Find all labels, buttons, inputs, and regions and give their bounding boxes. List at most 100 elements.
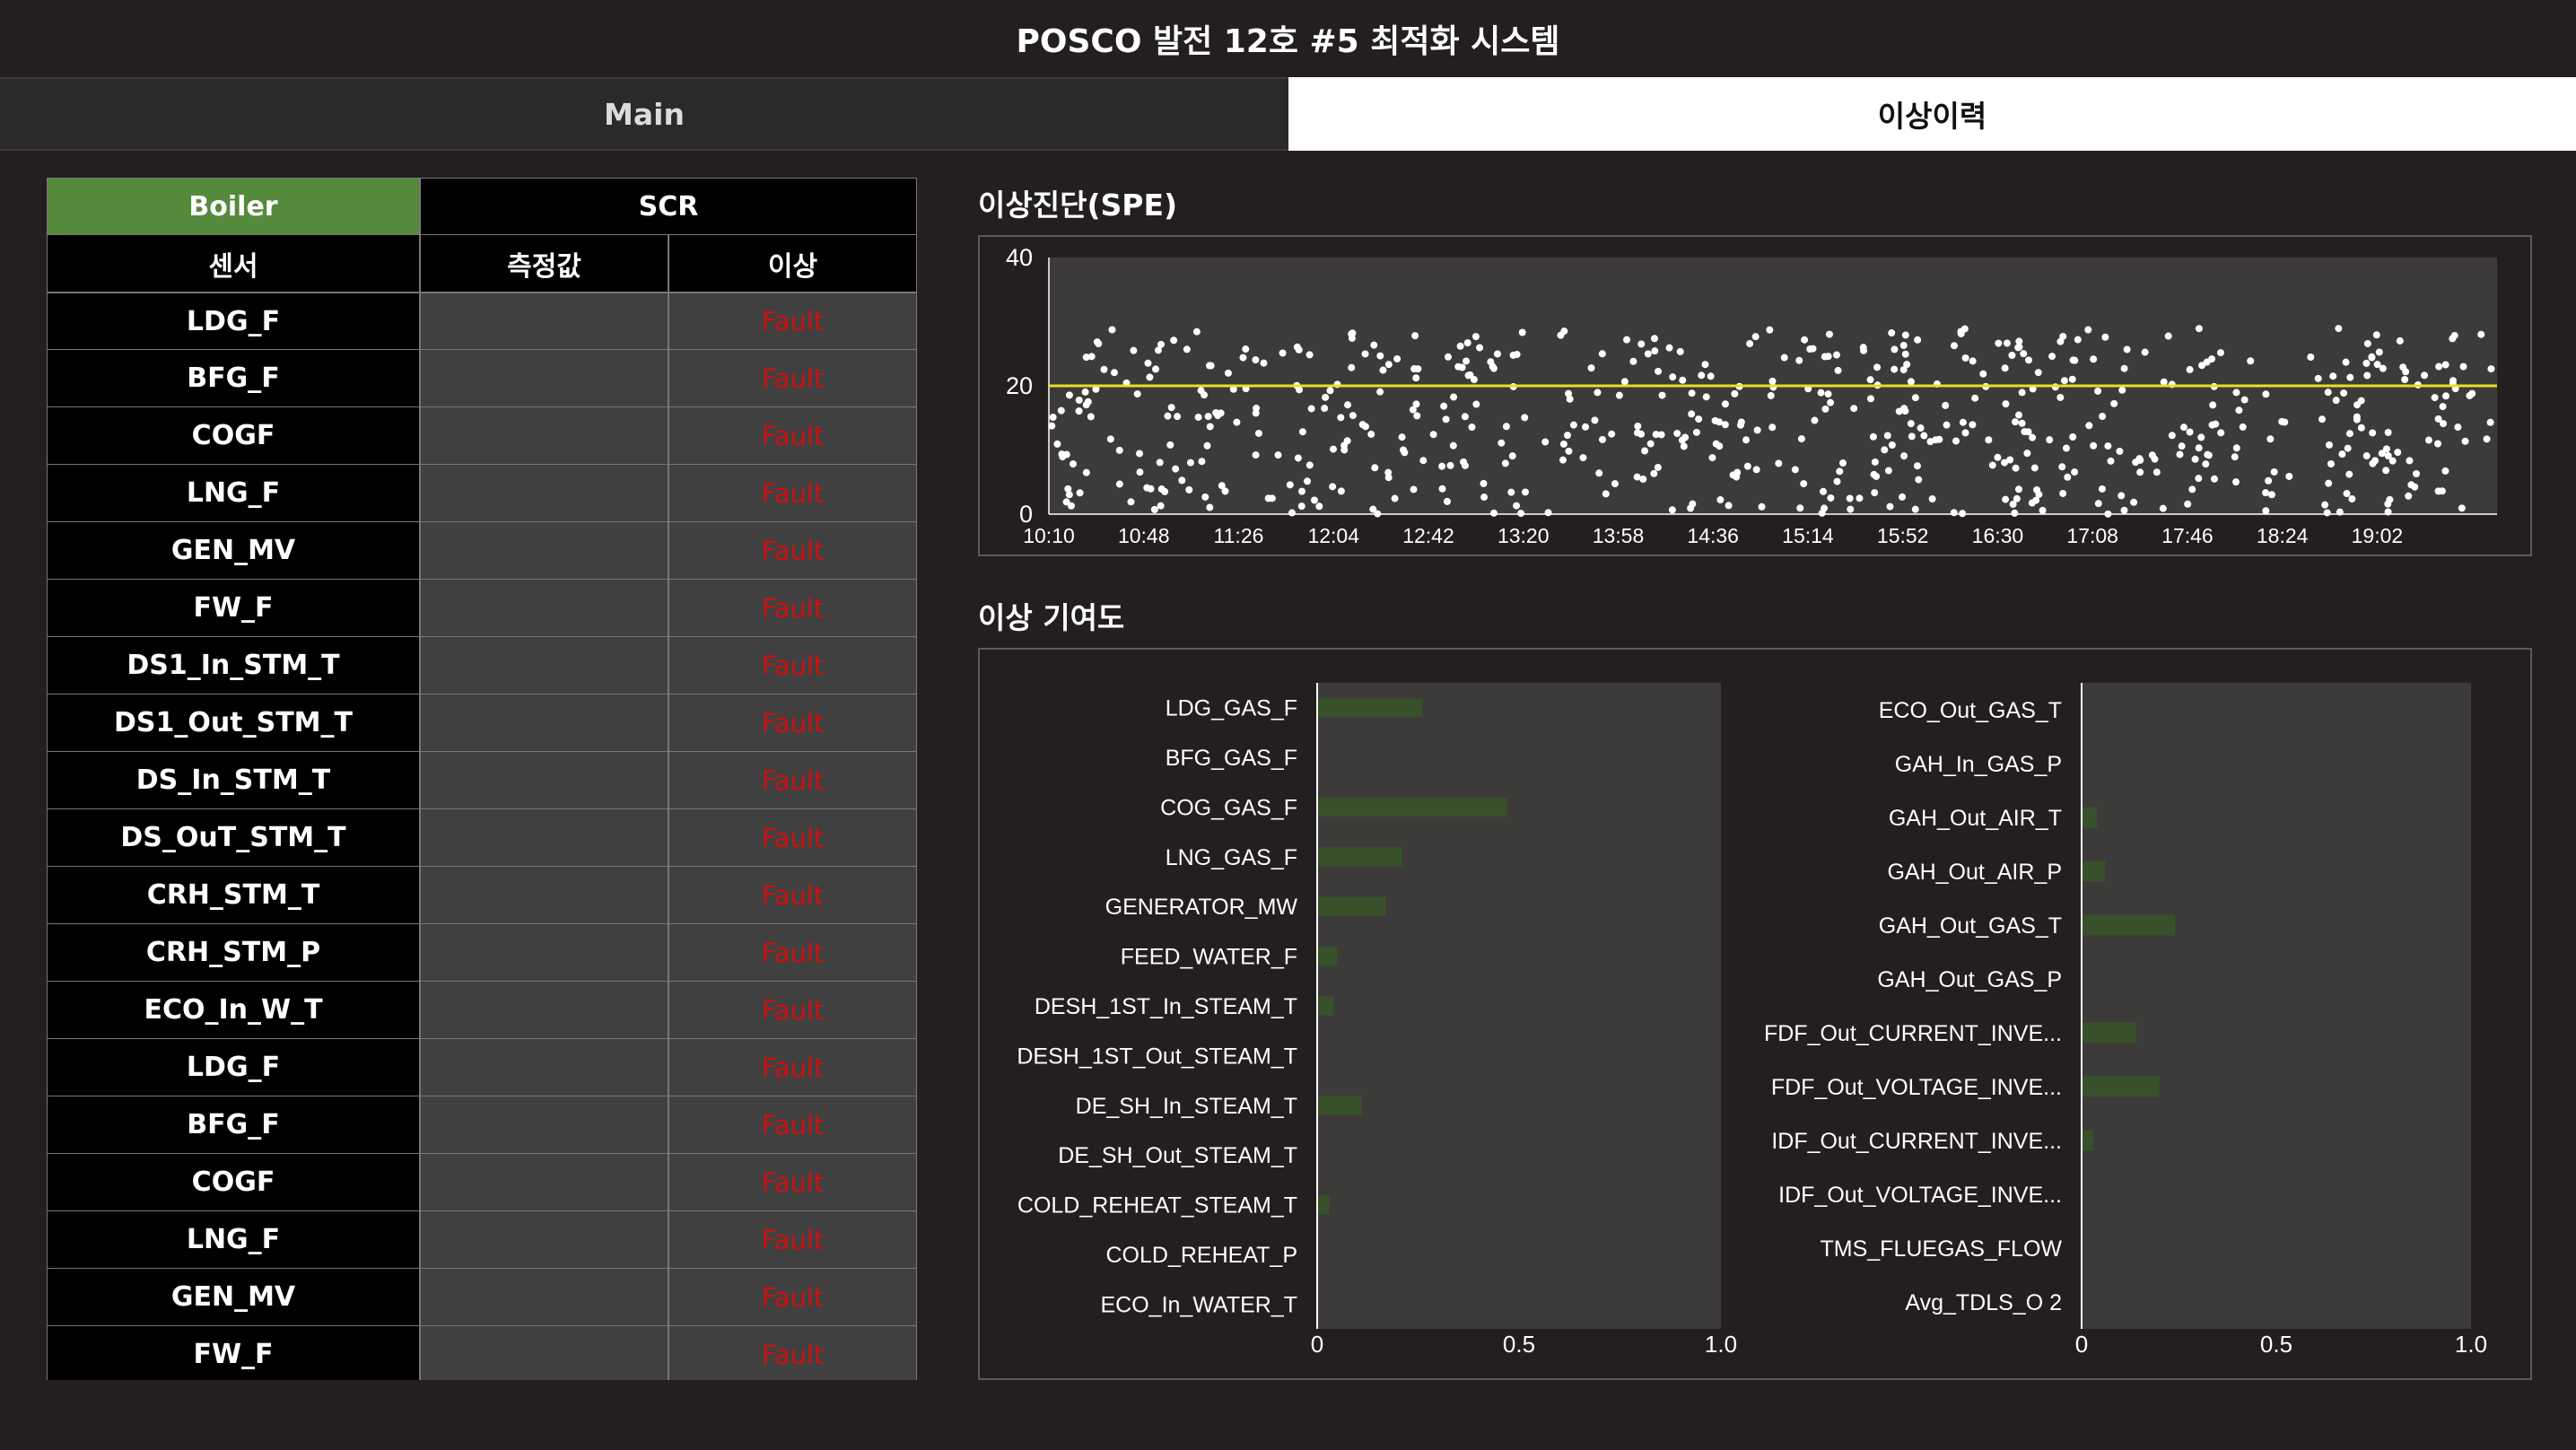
tab-scr[interactable]: SCR bbox=[420, 178, 917, 235]
spe-data-point bbox=[2120, 506, 2128, 514]
tab-anomaly-history[interactable]: 이상이력 bbox=[1288, 77, 2576, 151]
column-header-sensor: 센서 bbox=[47, 235, 420, 293]
spe-data-point bbox=[1493, 350, 1501, 358]
spe-data-point bbox=[1438, 485, 1446, 493]
spe-data-point bbox=[1322, 393, 1330, 401]
sensor-status: Fault bbox=[668, 752, 917, 809]
spe-data-point bbox=[1157, 502, 1165, 510]
table-row[interactable]: LDG_F Fault bbox=[47, 293, 917, 350]
contribution-label: LDG_GAS_F bbox=[1166, 696, 1297, 721]
spe-data-point bbox=[1833, 477, 1841, 485]
contribution-label: ECO_In_WATER_T bbox=[1101, 1292, 1298, 1317]
table-row[interactable]: LNG_F Fault bbox=[47, 465, 917, 522]
tab-boiler[interactable]: Boiler bbox=[47, 178, 420, 235]
spe-data-point bbox=[2384, 429, 2392, 437]
spe-data-point bbox=[1901, 350, 1909, 358]
spe-data-point bbox=[1069, 460, 1077, 468]
spe-data-point bbox=[2232, 389, 2240, 397]
table-row[interactable]: FW_F Fault bbox=[47, 1326, 917, 1380]
spe-data-point bbox=[1212, 408, 1220, 416]
spe-data-point bbox=[2216, 349, 2224, 357]
table-row[interactable]: FW_F Fault bbox=[47, 580, 917, 637]
table-row[interactable]: ECO_In_W_T Fault bbox=[47, 982, 917, 1039]
sensor-value bbox=[420, 407, 668, 465]
spe-data-point bbox=[1834, 366, 1842, 374]
spe-data-point bbox=[1688, 410, 1696, 418]
spe-data-point bbox=[1298, 428, 1306, 436]
spe-data-point bbox=[1818, 509, 1826, 517]
contribution-label: BFG_GAS_F bbox=[1166, 746, 1297, 771]
spe-data-point bbox=[2321, 501, 2329, 509]
contribution-label: FDF_Out_VOLTAGE_INVE... bbox=[1771, 1075, 2062, 1100]
spe-data-point bbox=[2059, 489, 2067, 497]
spe-data-point bbox=[2325, 479, 2333, 487]
spe-data-point bbox=[1901, 407, 1909, 415]
spe-data-point bbox=[2018, 419, 2026, 427]
spe-data-point bbox=[2029, 433, 2037, 441]
table-row[interactable]: CRH_STM_T Fault bbox=[47, 867, 917, 924]
spe-data-point bbox=[1866, 395, 1874, 403]
spe-data-point bbox=[1731, 389, 1739, 397]
spe-data-point bbox=[2186, 428, 2194, 436]
sensor-status: Fault bbox=[668, 522, 917, 580]
spe-data-point bbox=[1254, 429, 1262, 437]
table-row[interactable]: GEN_MV Fault bbox=[47, 1269, 917, 1326]
spe-data-point bbox=[2382, 445, 2390, 453]
spe-data-point bbox=[2069, 433, 2077, 441]
table-row[interactable]: DS1_In_STM_T Fault bbox=[47, 637, 917, 694]
spe-data-point bbox=[1174, 413, 1182, 421]
sensor-name: FW_F bbox=[47, 580, 420, 637]
table-row[interactable]: BFG_F Fault bbox=[47, 350, 917, 407]
spe-data-point bbox=[1429, 431, 1437, 439]
spe-data-point bbox=[2001, 459, 2009, 467]
spe-data-point bbox=[2008, 351, 2016, 359]
spe-data-point bbox=[1307, 405, 1315, 413]
spe-data-point bbox=[2164, 332, 2172, 340]
spe-data-point bbox=[2371, 457, 2380, 465]
spe-data-point bbox=[1565, 447, 1573, 455]
table-row[interactable]: LNG_F Fault bbox=[47, 1211, 917, 1269]
sensor-value bbox=[420, 924, 668, 982]
table-row[interactable]: BFG_F Fault bbox=[47, 1096, 917, 1154]
sensor-status: Fault bbox=[668, 867, 917, 924]
spe-data-point bbox=[1358, 421, 1367, 429]
spe-data-point bbox=[1508, 452, 1516, 460]
table-row[interactable]: DS1_Out_STM_T Fault bbox=[47, 694, 917, 752]
spe-data-point bbox=[2323, 509, 2331, 517]
table-row[interactable]: GEN_MV Fault bbox=[47, 522, 917, 580]
table-row[interactable]: LDG_F Fault bbox=[47, 1039, 917, 1096]
table-row[interactable]: COGF Fault bbox=[47, 407, 917, 465]
table-row[interactable]: CRH_STM_P Fault bbox=[47, 924, 917, 982]
sensor-status: Fault bbox=[668, 293, 917, 350]
spe-data-point bbox=[1297, 487, 1305, 495]
spe-data-point bbox=[1651, 347, 1659, 355]
spe-data-point bbox=[1067, 502, 1075, 510]
spe-data-point bbox=[1192, 328, 1201, 336]
spe-data-point bbox=[1476, 344, 1484, 352]
table-row[interactable]: DS_OuT_STM_T Fault bbox=[47, 809, 917, 867]
spe-data-point bbox=[1725, 502, 1733, 510]
spe-data-point bbox=[1293, 343, 1301, 351]
contribution-label: GAH_Out_AIR_T bbox=[1889, 806, 2062, 831]
spe-data-point bbox=[1150, 505, 1158, 513]
table-row[interactable]: DS_In_STM_T Fault bbox=[47, 752, 917, 809]
contribution-label: TMS_FLUEGAS_FLOW bbox=[1821, 1236, 2063, 1262]
spe-data-point bbox=[2136, 468, 2144, 476]
spe-data-point bbox=[1521, 488, 1529, 496]
spe-data-point bbox=[1541, 438, 1550, 446]
sensor-table-panel: Boiler SCR 센서 측정값 이상 LDG_F Fault BFG_F Faul… bbox=[47, 178, 932, 1380]
table-row[interactable]: COGF Fault bbox=[47, 1154, 917, 1211]
spe-data-point bbox=[1883, 432, 1891, 440]
spe-data-point bbox=[1384, 468, 1393, 476]
spe-data-point bbox=[1637, 340, 1646, 348]
spe-data-point bbox=[1178, 476, 1186, 485]
spe-data-point bbox=[2278, 417, 2286, 425]
tab-main[interactable]: Main bbox=[0, 77, 1288, 151]
sensor-name: GEN_MV bbox=[47, 522, 420, 580]
spe-data-point bbox=[2002, 495, 2010, 503]
spe-data-point bbox=[2074, 336, 2082, 344]
spe-data-point bbox=[1950, 509, 1958, 517]
spe-data-point bbox=[2262, 390, 2270, 398]
spe-data-point bbox=[1303, 477, 1311, 485]
spe-data-point bbox=[2375, 348, 2383, 356]
